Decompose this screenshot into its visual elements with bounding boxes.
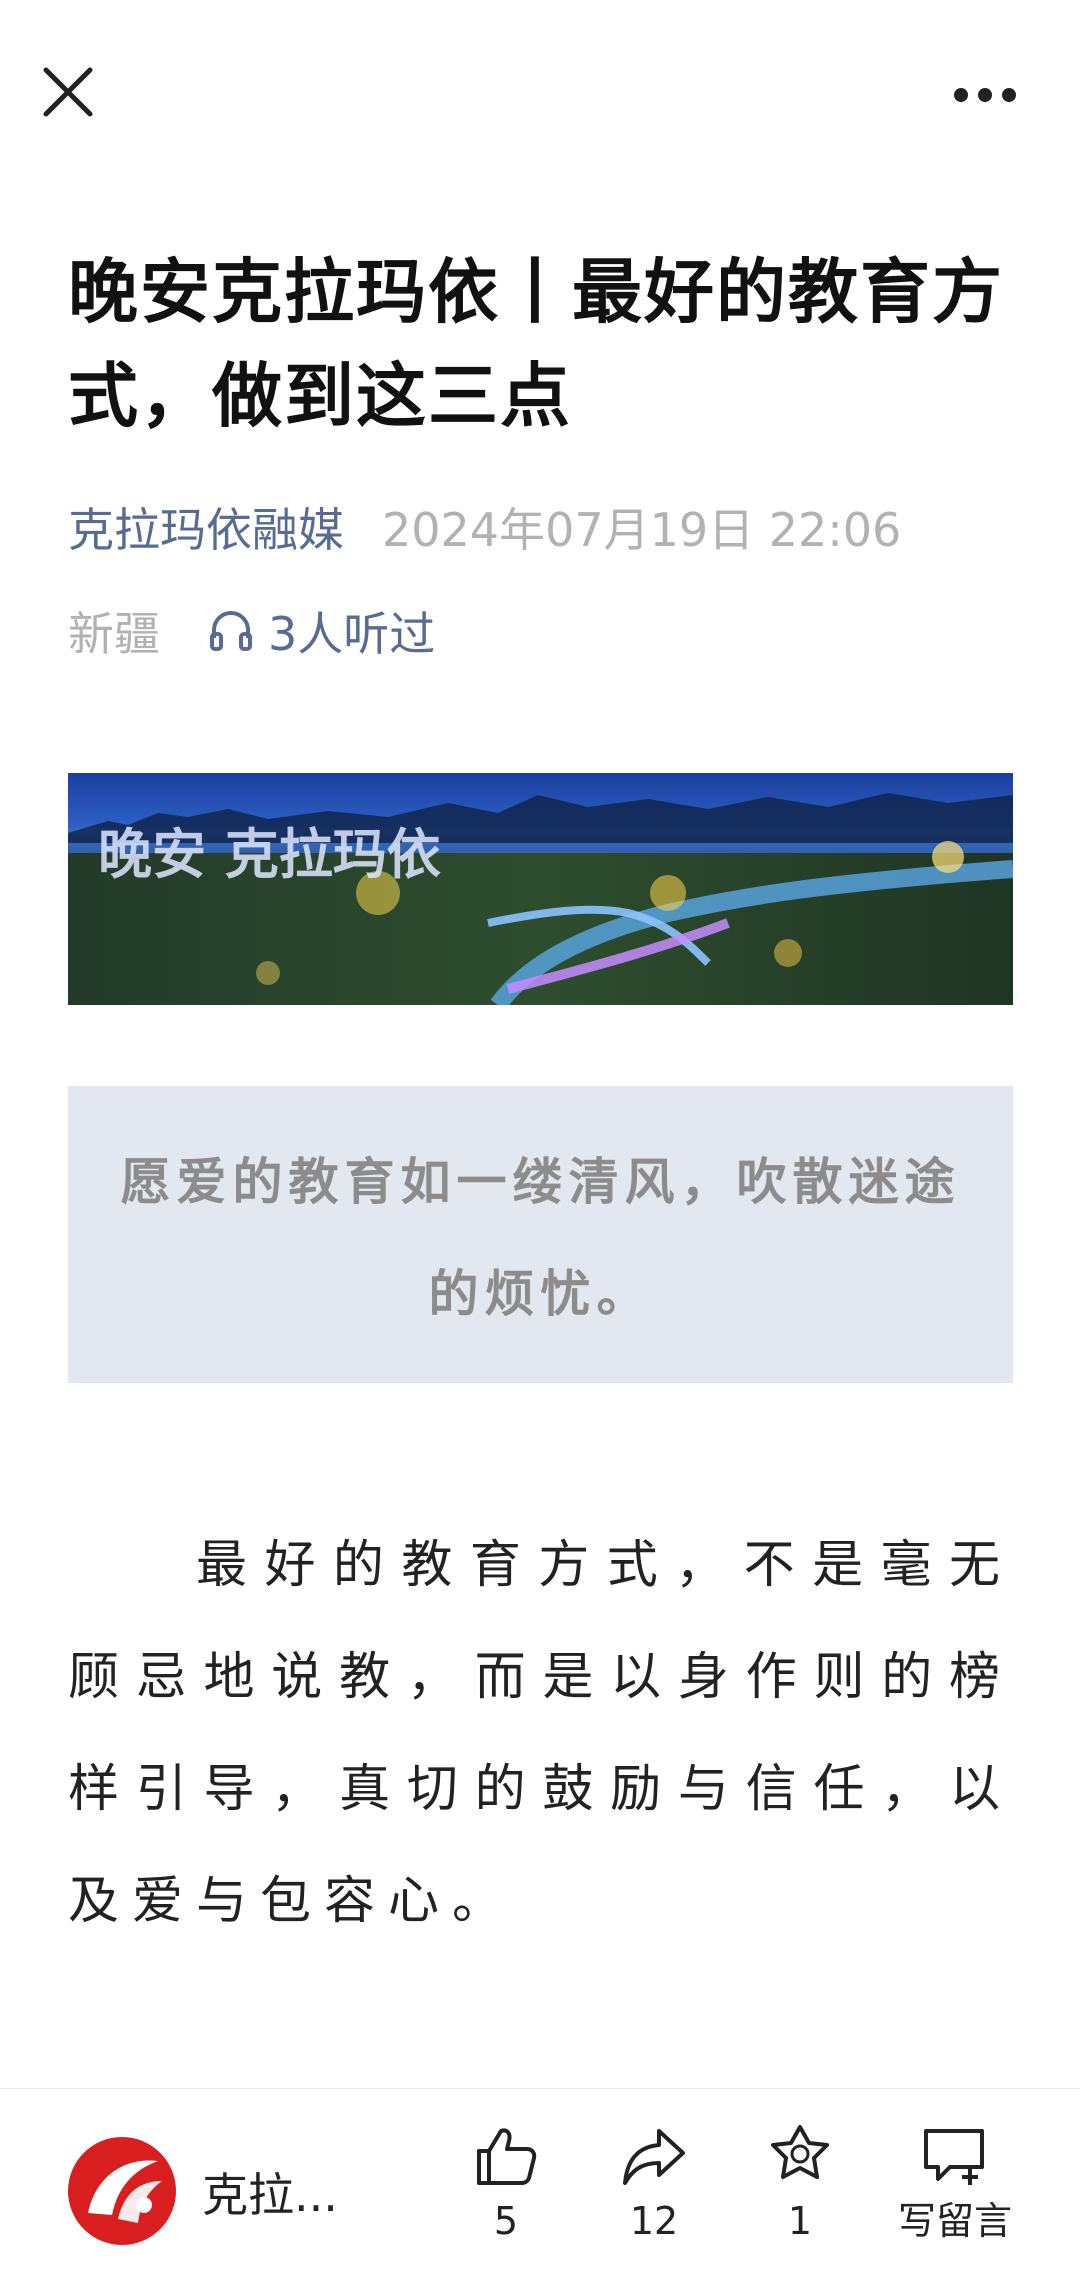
close-button[interactable] (38, 62, 98, 122)
night-city-image: 晚安 克拉玛依 (68, 773, 1013, 1005)
quote-block: 愿爱的教育如一缕清风，吹散迷途的烦忧。 (68, 1086, 1013, 1383)
author-link[interactable]: 克拉玛依融媒 (68, 494, 344, 560)
channel-logo-icon (68, 2137, 176, 2245)
bottom-bar: 克拉... 5 12 1 写留言 (0, 2088, 1080, 2287)
star-icon (771, 2125, 829, 2179)
favorite-count: 1 (787, 2199, 813, 2243)
like-count: 5 (493, 2199, 519, 2243)
banner-text: 晚安 克拉玛依 (98, 823, 441, 886)
listen-count: 3人听过 (268, 607, 436, 661)
write-comment-button[interactable]: 写留言 (890, 2123, 1020, 2245)
comment-icon (924, 2129, 984, 2185)
article-meta-secondary: 新疆 3人听过 (68, 596, 435, 666)
channel-name[interactable]: 克拉... (202, 2159, 338, 2225)
publish-date: 2024年07月19日 22:06 (382, 503, 902, 557)
region-label: 新疆 (68, 607, 160, 661)
more-icon (954, 88, 1016, 102)
listen-button[interactable]: 3人听过 (208, 598, 435, 664)
article-meta: 克拉玛依融媒 2024年07月19日 22:06 (68, 492, 901, 562)
channel-logo[interactable] (66, 2135, 178, 2247)
article-title: 晚安克拉玛依丨最好的教育方式，做到这三点 (68, 251, 1004, 437)
headphones-icon (210, 611, 252, 651)
share-arrow-icon (623, 2129, 685, 2185)
close-icon (43, 67, 93, 117)
top-bar (0, 0, 1080, 190)
thumbs-up-icon (477, 2128, 537, 2185)
favorite-button[interactable]: 1 (740, 2123, 860, 2245)
banner-image[interactable]: 晚安 克拉玛依 (68, 773, 1013, 1005)
write-comment-label: 写留言 (897, 2199, 1012, 2243)
like-button[interactable]: 5 (446, 2123, 566, 2245)
more-button[interactable] (950, 70, 1020, 120)
share-count: 12 (629, 2199, 679, 2243)
article-paragraph: 最好的教育方式，不是毫无顾忌地说教，而是以身作则的榜样引导，真切的鼓励与信任，以… (68, 1536, 1013, 1931)
share-button[interactable]: 12 (594, 2123, 714, 2245)
